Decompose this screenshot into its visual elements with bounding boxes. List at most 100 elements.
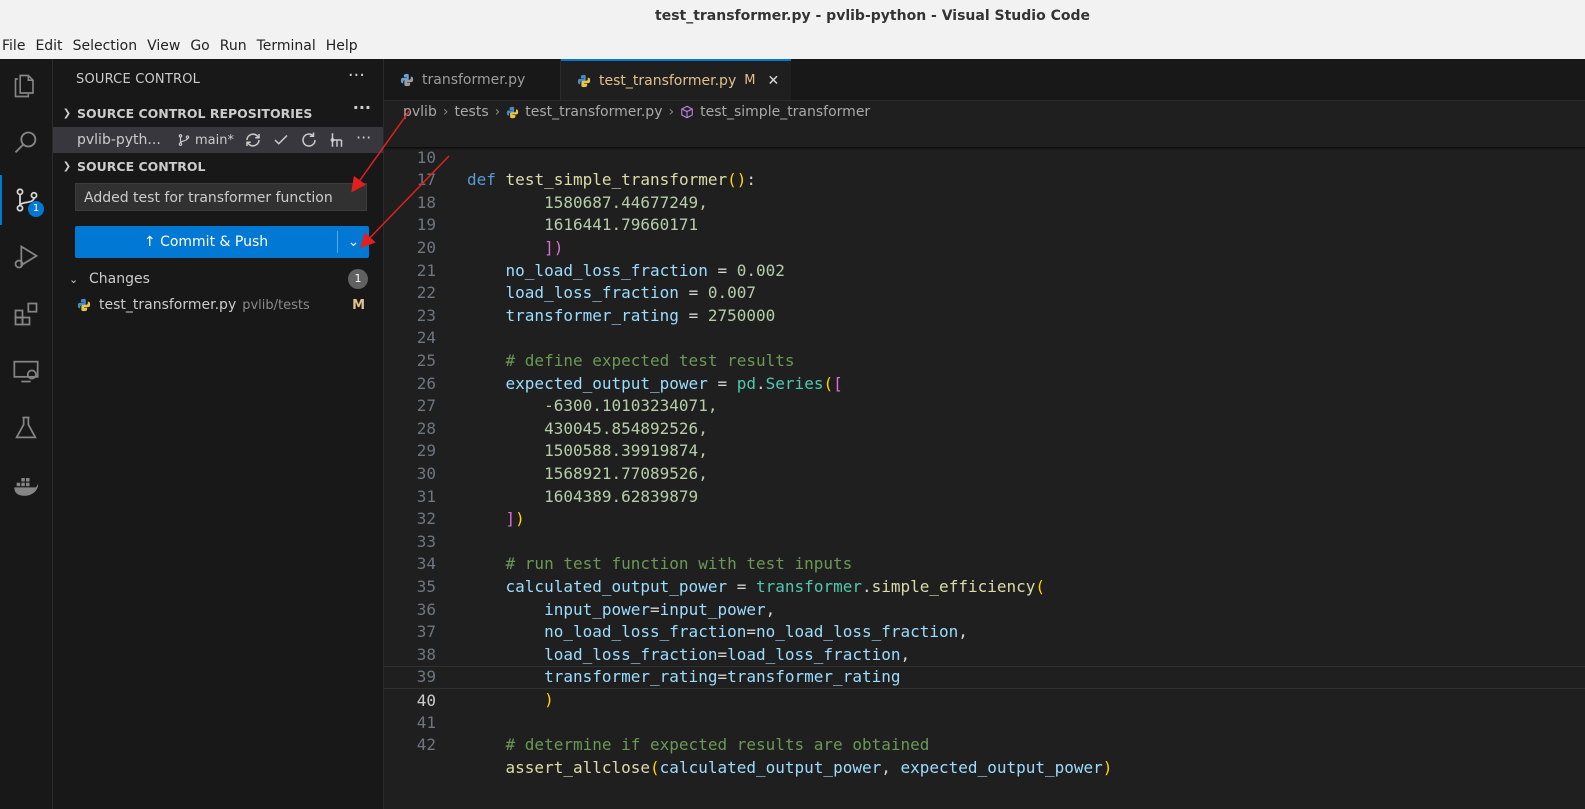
source-control-badge: 1 bbox=[28, 201, 44, 217]
current-code-line: 40 bbox=[384, 666, 1585, 710]
code-editor[interactable]: 10 def test_simple_transformer(): 17 158… bbox=[384, 124, 1585, 809]
sidebar-title: SOURCE CONTROL bbox=[76, 72, 201, 87]
changed-file-name: test_transformer.py bbox=[99, 297, 237, 313]
editor-tab-bar: transformer.py test_transformer.py M ✕ bbox=[384, 59, 1585, 101]
repository-row[interactable]: pvlib-pyth... main* ··· bbox=[53, 127, 383, 153]
refresh-icon[interactable] bbox=[300, 131, 318, 149]
source-control-sidebar: SOURCE CONTROL ··· ❯ SOURCE CONTROL REPO… bbox=[53, 59, 384, 809]
code-line: 42 assert_allclose(calculated_output_pow… bbox=[416, 735, 1113, 777]
commit-check-icon[interactable] bbox=[272, 131, 290, 149]
tab-label: transformer.py bbox=[422, 71, 526, 88]
code-line: 36 no_load_loss_fraction=no_load_loss_fr… bbox=[416, 599, 968, 642]
code-line: 28 1500588.39919874, bbox=[416, 418, 708, 461]
menu-go[interactable]: Go bbox=[186, 38, 213, 54]
code-line: 20 no_load_loss_fraction = 0.002 bbox=[416, 237, 785, 280]
branch-icon bbox=[178, 134, 190, 146]
branch-name[interactable]: main* bbox=[195, 133, 234, 148]
repositories-section-header[interactable]: ❯ SOURCE CONTROL REPOSITORIES ··· bbox=[53, 98, 383, 124]
commit-push-label: ↑ Commit & Push bbox=[143, 234, 269, 250]
code-line: 25 expected_output_power = pd.Series([ bbox=[416, 350, 843, 393]
title-bar: test_transformer.py - pvlib-python - Vis… bbox=[0, 0, 1585, 32]
breadcrumb-item[interactable]: test_simple_transformer bbox=[700, 104, 870, 120]
menu-view[interactable]: View bbox=[143, 38, 184, 54]
menu-selection[interactable]: Selection bbox=[69, 38, 142, 54]
breadcrumb-item[interactable]: test_transformer.py bbox=[525, 104, 662, 120]
code-line: 38 transformer_rating=transformer_rating bbox=[416, 644, 901, 687]
code-line: 21 load_loss_fraction = 0.007 bbox=[416, 260, 757, 303]
graph-icon[interactable] bbox=[328, 131, 346, 149]
code-line: 24 # define expected test results bbox=[416, 328, 795, 370]
menu-run[interactable]: Run bbox=[216, 38, 251, 54]
window-title: test_transformer.py - pvlib-python - Vis… bbox=[655, 8, 1090, 24]
repositories-header-label: SOURCE CONTROL REPOSITORIES bbox=[77, 105, 313, 121]
changed-file-item[interactable]: test_transformer.py pvlib/tests M bbox=[53, 294, 383, 316]
code-line: 30 1604389.62839879 bbox=[416, 463, 699, 506]
testing-icon[interactable] bbox=[0, 403, 52, 453]
code-line: 29 1568921.77089526, bbox=[416, 441, 708, 483]
changes-group[interactable]: ⌄ Changes 1 bbox=[53, 267, 383, 291]
code-line: 34 calculated_output_power = transformer… bbox=[416, 554, 1046, 596]
docker-icon[interactable] bbox=[0, 460, 52, 510]
python-file-icon bbox=[577, 74, 591, 87]
menu-file[interactable]: File bbox=[0, 38, 29, 54]
tab-transformer[interactable]: transformer.py bbox=[384, 59, 561, 100]
activity-bar: 1 bbox=[0, 59, 53, 809]
function-cube-icon bbox=[681, 105, 693, 119]
tab-test-transformer[interactable]: test_transformer.py M ✕ bbox=[561, 59, 791, 100]
explorer-icon[interactable] bbox=[0, 61, 52, 111]
code-line: 33 # run test function with test inputs bbox=[416, 531, 853, 574]
menu-bar: File Edit Selection View Go Run Terminal… bbox=[0, 32, 1585, 59]
close-icon[interactable]: ✕ bbox=[767, 73, 779, 89]
code-line: 39 ) bbox=[416, 667, 554, 709]
tab-label: test_transformer.py bbox=[599, 72, 737, 89]
sync-icon[interactable] bbox=[244, 131, 262, 149]
commit-dropdown-chevron-icon[interactable]: ⌄ bbox=[338, 234, 369, 250]
code-line: 17 1580687.44677249, bbox=[416, 170, 708, 212]
sidebar-more-icon[interactable]: ··· bbox=[348, 65, 365, 86]
commit-push-button[interactable]: ↑ Commit & Push ⌄ bbox=[75, 226, 369, 258]
repository-more-icon[interactable]: ··· bbox=[356, 130, 374, 149]
chevron-right-icon: › bbox=[494, 104, 501, 120]
changed-file-path: pvlib/tests bbox=[242, 297, 310, 313]
code-line: 19 ]) bbox=[416, 215, 564, 257]
code-line: 32 bbox=[416, 509, 436, 529]
source-control-icon[interactable]: 1 bbox=[0, 175, 52, 225]
search-icon[interactable] bbox=[0, 118, 52, 168]
chevron-down-icon: ⌄ bbox=[69, 272, 79, 286]
run-debug-icon[interactable] bbox=[0, 232, 52, 282]
code-line: 22 transformer_rating = 2750000 bbox=[416, 283, 776, 325]
changes-count-badge: 1 bbox=[348, 269, 368, 289]
code-line: 23 bbox=[416, 305, 436, 325]
source-control-section-header[interactable]: ❯ SOURCE CONTROL bbox=[53, 155, 383, 177]
python-file-icon bbox=[507, 106, 519, 118]
repositories-more-icon[interactable]: ··· bbox=[353, 98, 371, 117]
code-line: 27 430045.854892526, bbox=[416, 396, 708, 438]
breadcrumb-item[interactable]: tests bbox=[454, 104, 488, 120]
chevron-right-icon: › bbox=[668, 104, 675, 120]
chevron-right-icon: › bbox=[442, 104, 449, 120]
changes-label: Changes bbox=[89, 271, 150, 287]
code-line: 26 -6300.10103234071, bbox=[416, 373, 718, 416]
breadcrumb: pvlib › tests › test_transformer.py › te… bbox=[384, 101, 1585, 123]
repository-name: pvlib-pyth... bbox=[77, 132, 161, 148]
code-line: 35 input_power=input_power, bbox=[416, 576, 776, 619]
python-file-icon bbox=[77, 298, 91, 312]
menu-help[interactable]: Help bbox=[322, 38, 362, 54]
chevron-down-icon: ❯ bbox=[62, 107, 72, 119]
menu-terminal[interactable]: Terminal bbox=[253, 38, 320, 54]
tab-modified-indicator: M bbox=[744, 73, 756, 88]
commit-message-input[interactable]: Added test for transformer function bbox=[75, 183, 367, 211]
extensions-icon[interactable] bbox=[0, 289, 52, 339]
code-line: 37 load_loss_fraction=load_loss_fraction… bbox=[416, 622, 911, 664]
code-line: 41 # determine if expected results are o… bbox=[416, 712, 930, 755]
chevron-down-icon: ❯ bbox=[62, 160, 72, 172]
code-line: 31 ]) bbox=[416, 486, 525, 529]
menu-edit[interactable]: Edit bbox=[31, 38, 66, 54]
modified-status-badge: M bbox=[352, 297, 365, 313]
code-line: 18 1616441.79660171 bbox=[416, 192, 699, 235]
python-file-icon bbox=[400, 73, 414, 86]
scm-header-label: SOURCE CONTROL bbox=[77, 158, 206, 174]
code-line: 10 def test_simple_transformer(): bbox=[416, 147, 757, 190]
remote-explorer-icon[interactable] bbox=[0, 346, 52, 396]
breadcrumb-item[interactable]: pvlib bbox=[403, 104, 437, 120]
